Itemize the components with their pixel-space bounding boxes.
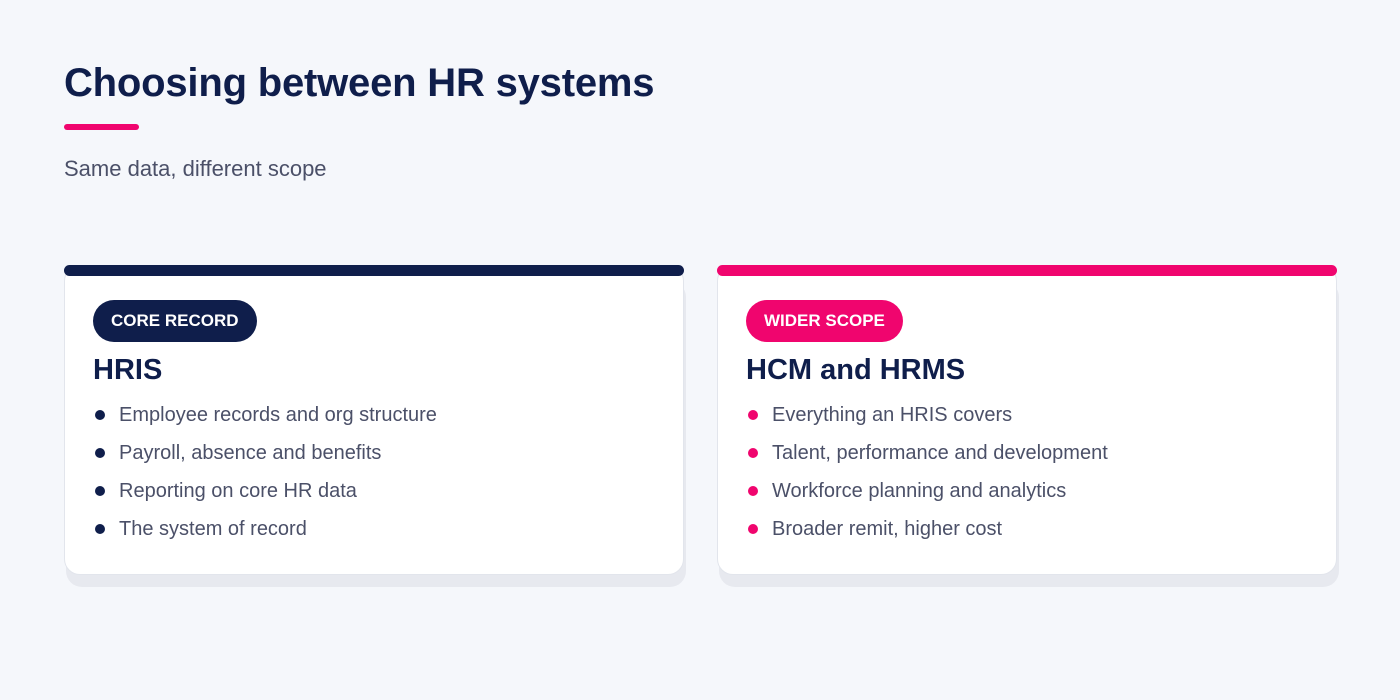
bullet-text: Payroll, absence and benefits	[119, 442, 382, 464]
bullet-text: The system of record	[119, 518, 307, 540]
list-item: Payroll, absence and benefits	[93, 434, 437, 472]
hcm-hrms-heading: HCM and HRMS	[746, 354, 966, 386]
bullet-dot-icon	[95, 486, 105, 496]
bullet-dot-icon	[748, 486, 758, 496]
list-item: Talent, performance and development	[746, 434, 1108, 472]
core-record-badge: CORE RECORD	[93, 300, 257, 342]
bullet-text: Everything an HRIS covers	[772, 404, 1013, 426]
hris-bullet-list: Employee records and org structure Payro…	[93, 396, 437, 548]
card-body: WIDER SCOPE HCM and HRMS Everything an H…	[717, 265, 1337, 575]
bullet-dot-icon	[748, 524, 758, 534]
list-item: Workforce planning and analytics	[746, 472, 1108, 510]
page-subtitle: Same data, different scope	[64, 156, 327, 181]
bullet-text: Reporting on core HR data	[119, 480, 357, 502]
title-underline	[64, 124, 139, 130]
list-item: Employee records and org structure	[93, 396, 437, 434]
hcm-hrms-bullet-list: Everything an HRIS covers Talent, perfor…	[746, 396, 1108, 548]
list-item: Broader remit, higher cost	[746, 510, 1108, 548]
bullet-text: Employee records and org structure	[119, 404, 437, 426]
hris-card: CORE RECORD HRIS Employee records and or…	[64, 265, 686, 587]
hcm-hrms-card: WIDER SCOPE HCM and HRMS Everything an H…	[717, 265, 1339, 587]
card-body: CORE RECORD HRIS Employee records and or…	[64, 265, 684, 575]
bullet-text: Workforce planning and analytics	[772, 480, 1067, 502]
page-header: Choosing between HR systems Same data, d…	[64, 58, 654, 184]
list-item: Everything an HRIS covers	[746, 396, 1108, 434]
bullet-dot-icon	[748, 410, 758, 420]
list-item: Reporting on core HR data	[93, 472, 437, 510]
bullet-text: Talent, performance and development	[772, 442, 1108, 464]
bullet-dot-icon	[95, 410, 105, 420]
card-accent-bar	[64, 265, 684, 276]
hris-heading: HRIS	[93, 354, 163, 386]
card-accent-bar	[717, 265, 1337, 276]
bullet-dot-icon	[748, 448, 758, 458]
bullet-dot-icon	[95, 524, 105, 534]
page-title: Choosing between HR systems	[64, 61, 655, 105]
list-item: The system of record	[93, 510, 437, 548]
wider-scope-badge: WIDER SCOPE	[746, 300, 903, 342]
bullet-dot-icon	[95, 448, 105, 458]
bullet-text: Broader remit, higher cost	[772, 518, 1003, 540]
